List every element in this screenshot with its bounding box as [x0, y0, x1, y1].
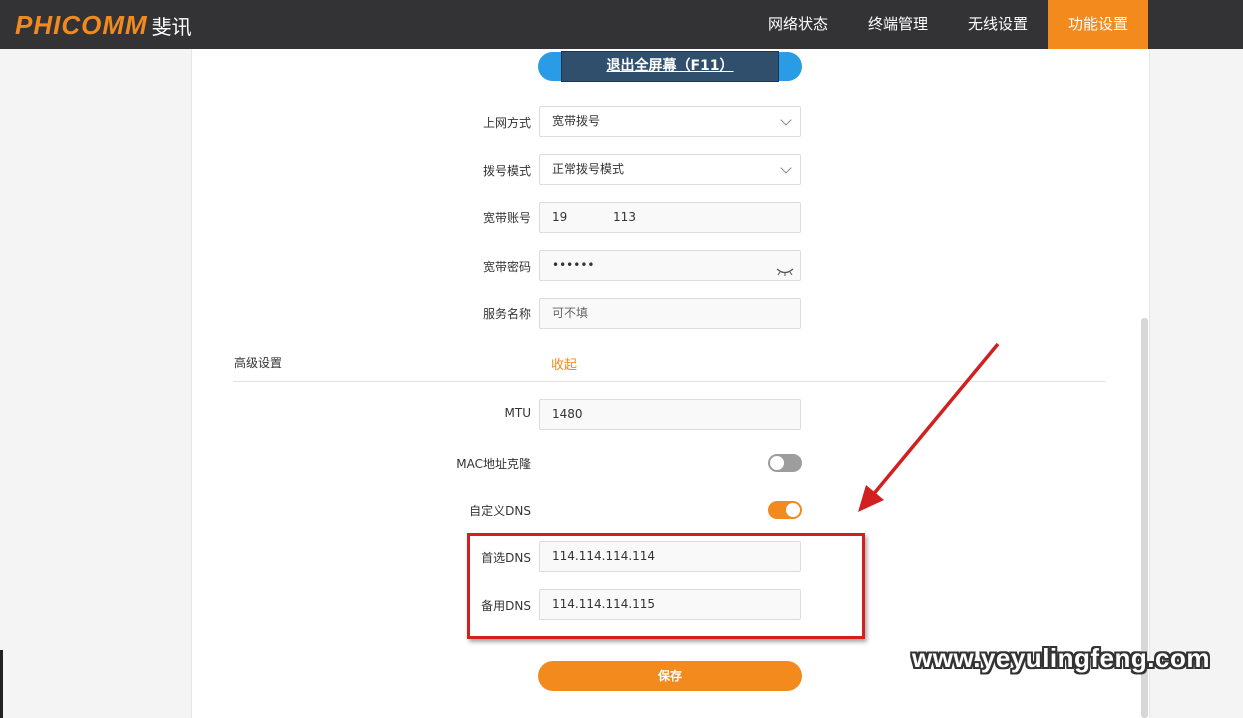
save-button[interactable]: 保存: [538, 661, 802, 691]
logo-wordmark: PHICOMM: [15, 9, 148, 40]
nav-function-settings[interactable]: 功能设置: [1047, 0, 1148, 49]
exit-fullscreen-button[interactable]: 退出全屏幕（F11）: [561, 51, 779, 82]
toggle-knob: [770, 456, 784, 470]
dial-mode-value: 正常拨号模式: [552, 162, 625, 176]
service-name-placeholder: 可不填: [552, 306, 589, 320]
phicomm-logo: PHICOMM 斐讯: [15, 10, 192, 40]
password-label: 宽带密码: [482, 260, 531, 274]
annotation-highlight-box: [467, 533, 865, 639]
main-nav: 网络状态 终端管理 无线设置 功能设置: [748, 0, 1148, 49]
connection-type-label: 上网方式: [482, 116, 531, 130]
nav-device-management[interactable]: 终端管理: [848, 0, 948, 49]
custom-dns-toggle[interactable]: [768, 501, 802, 519]
mac-clone-toggle[interactable]: [768, 454, 802, 472]
mtu-input[interactable]: 1480: [539, 399, 801, 430]
mtu-label: MTU: [504, 406, 531, 420]
dial-mode-label: 拨号模式: [482, 164, 531, 178]
watermark-text: www.yeyulingfeng.com: [912, 643, 1210, 673]
account-input[interactable]: 19 113: [539, 202, 801, 233]
nav-wireless-settings[interactable]: 无线设置: [948, 0, 1048, 49]
connection-type-value: 宽带拨号: [552, 114, 601, 128]
connection-type-select[interactable]: 宽带拨号: [539, 106, 801, 137]
logo-chinese: 斐讯: [151, 14, 192, 39]
service-name-label: 服务名称: [482, 307, 531, 321]
custom-dns-label: 自定义DNS: [469, 504, 531, 518]
password-input[interactable]: ••••••: [539, 250, 801, 281]
advanced-settings-label: 高级设置: [234, 356, 283, 370]
service-name-input[interactable]: 可不填: [539, 298, 801, 329]
top-navbar: PHICOMM 斐讯 网络状态 终端管理 无线设置 功能设置: [0, 0, 1243, 49]
mac-clone-label: MAC地址克隆: [456, 457, 531, 471]
nav-network-status[interactable]: 网络状态: [748, 0, 848, 49]
annotation-arrow-icon: [858, 342, 1000, 512]
account-label: 宽带账号: [482, 211, 531, 225]
eye-closed-icon[interactable]: [776, 259, 794, 288]
password-value: ••••••: [552, 258, 595, 272]
chevron-down-icon: [780, 114, 792, 126]
chevron-down-icon: [780, 162, 792, 174]
toggle-knob: [786, 503, 800, 517]
collapse-link[interactable]: 收起: [551, 354, 577, 373]
window-edge: [0, 650, 3, 718]
dial-mode-select[interactable]: 正常拨号模式: [539, 154, 801, 185]
